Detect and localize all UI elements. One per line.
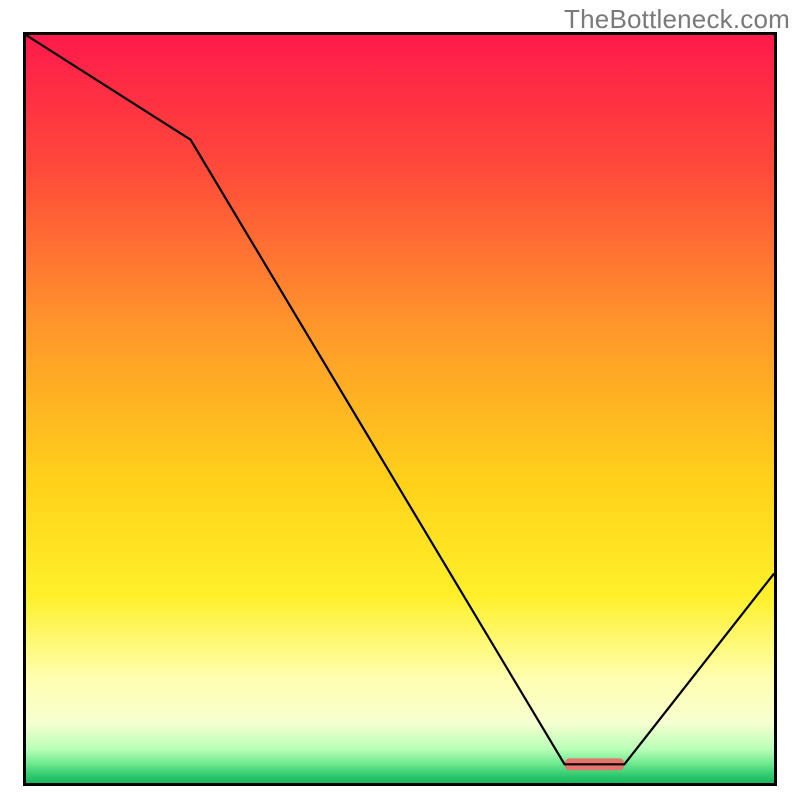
watermark-text: TheBottleneck.com bbox=[564, 4, 790, 35]
series-layer bbox=[26, 35, 774, 783]
series-line bbox=[26, 35, 774, 764]
chart-frame: TheBottleneck.com bbox=[0, 0, 800, 800]
plot-area bbox=[23, 32, 777, 786]
